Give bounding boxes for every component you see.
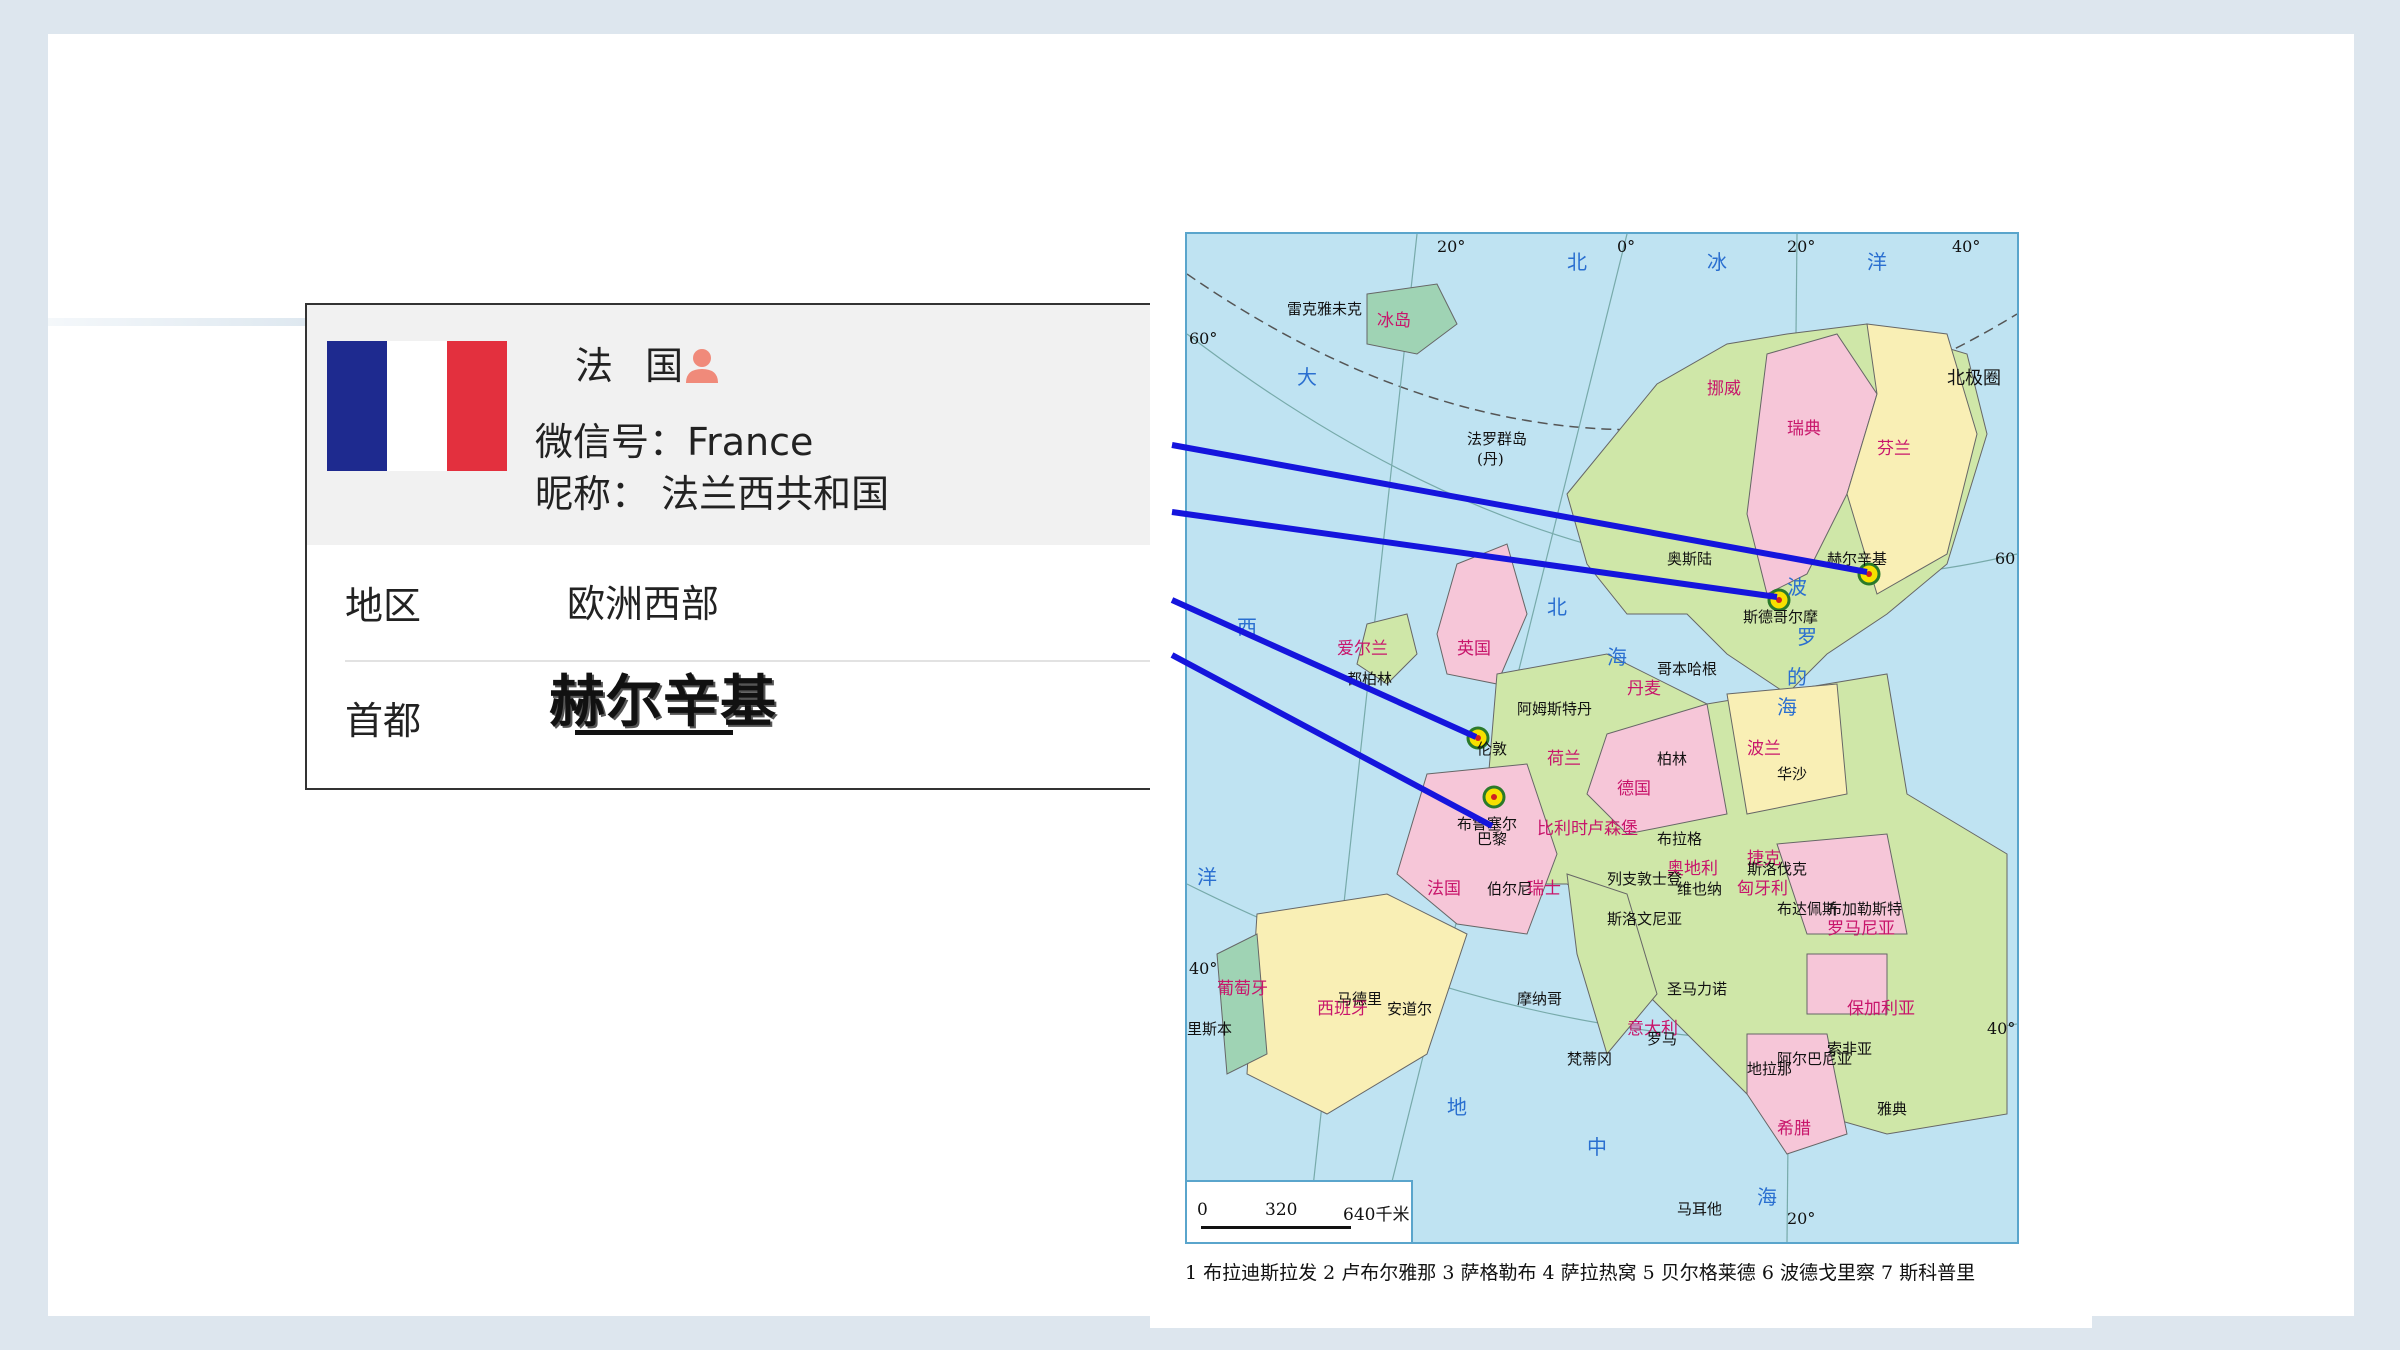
- connector-lines: [1170, 442, 1868, 829]
- connector-line: [1171, 442, 1868, 575]
- connector-line: [1170, 652, 1494, 829]
- connector-line: [1171, 509, 1778, 600]
- connector-line: [1170, 597, 1478, 740]
